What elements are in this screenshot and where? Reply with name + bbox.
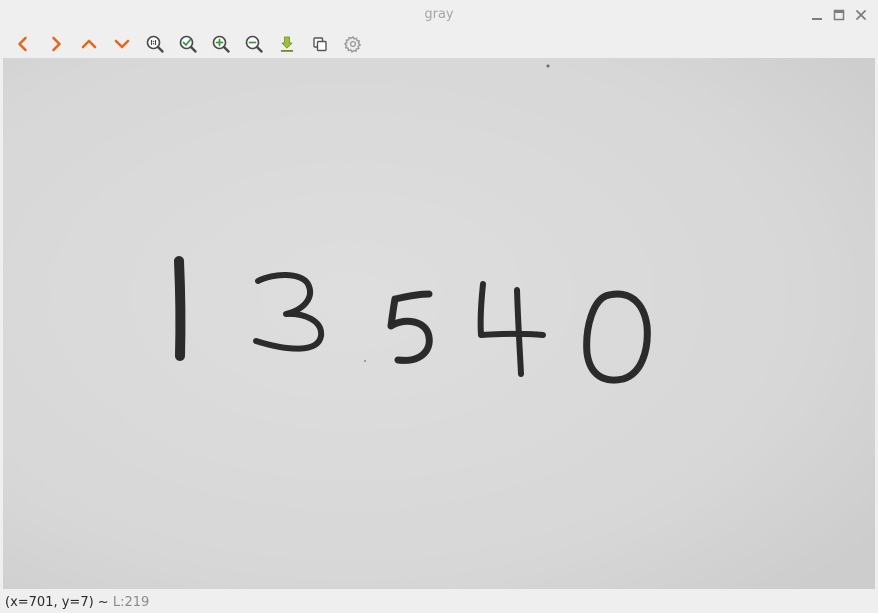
zoom-original-icon: [146, 35, 164, 53]
back-button[interactable]: [12, 33, 34, 55]
image-viewer-window: gray (x=701, y=7) ~ L:219: [0, 0, 878, 613]
cursor-coordinates: (x=701, y=7): [5, 595, 94, 610]
status-bar: (x=701, y=7) ~ L:219: [0, 592, 878, 613]
chevron-right-icon: [52, 36, 61, 52]
chevron-left-icon: [18, 36, 27, 52]
paper-background: [3, 58, 875, 589]
status-text: (x=701, y=7) ~ L:219: [5, 592, 149, 613]
zoom-original-button[interactable]: [144, 33, 166, 55]
up-button[interactable]: [78, 33, 100, 55]
image-canvas[interactable]: [3, 58, 875, 589]
zoom-fit-icon: [179, 35, 197, 53]
properties-button[interactable]: [342, 33, 364, 55]
minimize-button[interactable]: [810, 8, 824, 22]
zoom-in-button[interactable]: [210, 33, 232, 55]
download-icon: [281, 36, 293, 52]
minimize-icon: [812, 18, 822, 20]
status-separator: ~: [93, 595, 113, 610]
gear-icon: [344, 36, 361, 53]
digit-4-stem: [514, 287, 524, 377]
copy-button[interactable]: [309, 33, 331, 55]
close-icon: [856, 10, 866, 20]
zoom-in-icon: [212, 35, 230, 53]
zoom-fit-button[interactable]: [177, 33, 199, 55]
title-bar[interactable]: gray: [0, 0, 878, 30]
maximize-icon: [833, 9, 845, 21]
copy-icon: [313, 37, 327, 52]
forward-button[interactable]: [45, 33, 67, 55]
zoom-out-icon: [245, 35, 263, 53]
close-button[interactable]: [854, 8, 868, 22]
paper-speck: [546, 64, 550, 68]
chevron-up-icon: [81, 39, 97, 49]
maximize-button[interactable]: [832, 8, 846, 22]
zoom-out-button[interactable]: [243, 33, 265, 55]
chevron-down-icon: [114, 39, 130, 49]
window-title: gray: [424, 7, 454, 22]
displayed-image: [3, 58, 875, 589]
digit-1: [174, 256, 186, 361]
pixel-level: L:219: [112, 595, 150, 610]
paper-speck: [364, 360, 366, 362]
down-button[interactable]: [111, 33, 133, 55]
save-button[interactable]: [276, 33, 298, 55]
toolbar: [0, 30, 878, 58]
